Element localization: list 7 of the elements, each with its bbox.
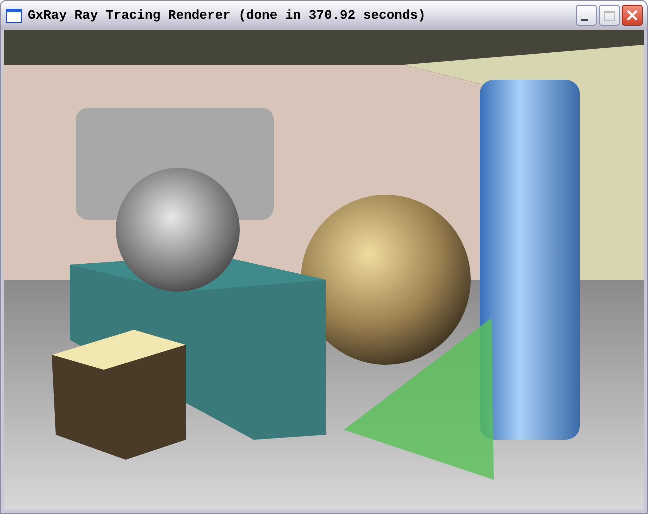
close-icon xyxy=(627,10,638,21)
maximize-icon xyxy=(604,10,615,20)
close-button[interactable] xyxy=(622,5,643,26)
minimize-button[interactable] xyxy=(576,5,597,26)
window-title: GxRay Ray Tracing Renderer (done in 370.92 seconds) xyxy=(28,8,427,23)
minimize-icon xyxy=(581,19,588,21)
window-icon xyxy=(6,8,22,22)
